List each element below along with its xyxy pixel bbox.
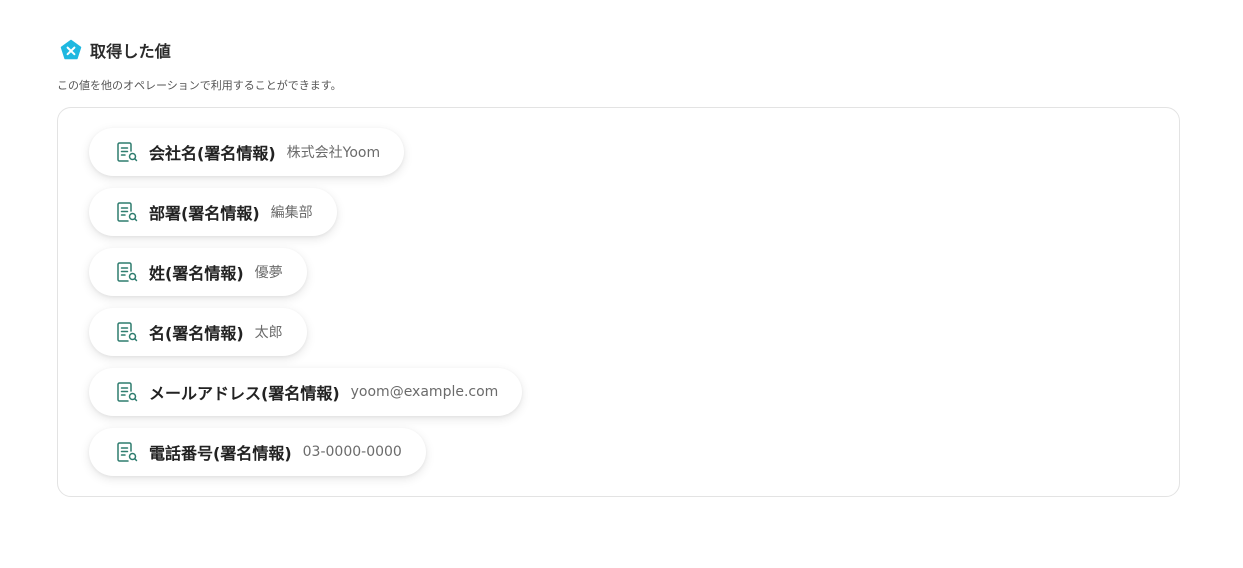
value-item-department[interactable]: 部署(署名情報) 編集部 — [89, 188, 337, 236]
section-description: この値を他のオペレーションで利用することができます。 — [57, 79, 342, 92]
value-item-value: 太郎 — [254, 325, 283, 341]
value-item-label: 電話番号(署名情報) — [149, 444, 292, 463]
document-search-icon — [115, 320, 139, 344]
document-search-icon — [115, 140, 139, 164]
document-search-icon — [115, 260, 139, 284]
section-header: 取得した値 — [60, 38, 171, 62]
value-item-value: 株式会社Yoom — [286, 145, 381, 161]
value-item-first-name[interactable]: 名(署名情報) 太郎 — [89, 308, 307, 356]
value-item-label: 会社名(署名情報) — [149, 144, 276, 163]
value-item-company[interactable]: 会社名(署名情報) 株式会社Yoom — [89, 128, 405, 176]
value-item-label: 姓(署名情報) — [149, 264, 244, 283]
value-item-last-name[interactable]: 姓(署名情報) 優夢 — [89, 248, 307, 296]
value-item-value: yoom@example.com — [350, 384, 499, 400]
value-item-label: メールアドレス(署名情報) — [149, 384, 340, 403]
document-search-icon — [115, 380, 139, 404]
value-item-label: 名(署名情報) — [149, 324, 244, 343]
value-item-value: 優夢 — [254, 265, 283, 281]
value-item-email[interactable]: メールアドレス(署名情報) yoom@example.com — [89, 368, 523, 416]
value-item-phone[interactable]: 電話番号(署名情報) 03-0000-0000 — [89, 428, 426, 476]
value-item-value: 03-0000-0000 — [302, 444, 402, 460]
x-badge-icon — [60, 39, 82, 61]
document-search-icon — [115, 200, 139, 224]
value-item-value: 編集部 — [270, 205, 313, 221]
values-panel: 会社名(署名情報) 株式会社Yoom 部署(署名情報) 編集部 姓(署名情報) … — [57, 107, 1180, 497]
document-search-icon — [115, 440, 139, 464]
value-item-label: 部署(署名情報) — [149, 204, 260, 223]
section-title: 取得した値 — [90, 42, 172, 61]
